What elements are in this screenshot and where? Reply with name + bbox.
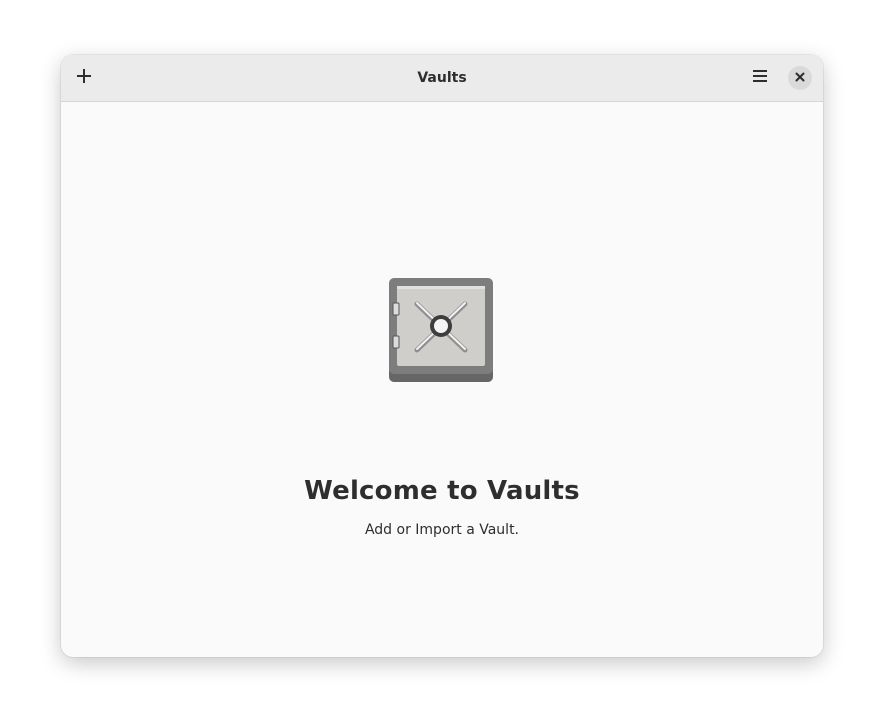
welcome-description: Add or Import a Vault. bbox=[364, 522, 520, 538]
headerbar: Vaults bbox=[61, 55, 823, 102]
safe-vault-icon bbox=[389, 278, 495, 389]
window-title: Vaults bbox=[417, 70, 467, 86]
main-menu-button[interactable] bbox=[744, 62, 776, 94]
empty-state: Welcome to Vaults Add or Import a Vault. bbox=[61, 102, 823, 657]
app-window: Vaults Welcome to Vaults Add or Import a… bbox=[61, 55, 823, 657]
close-window-button[interactable] bbox=[788, 66, 812, 90]
welcome-title: Welcome to Vaults bbox=[304, 476, 580, 506]
hamburger-menu-icon bbox=[752, 68, 768, 89]
close-icon bbox=[795, 69, 805, 87]
